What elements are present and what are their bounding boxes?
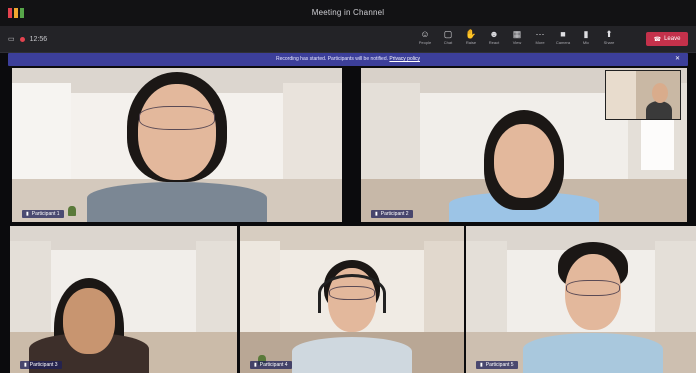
react-label: React	[488, 40, 500, 45]
video-tile-5[interactable]: ▮ Participant 5	[466, 226, 696, 373]
people-button[interactable]: ☺ People	[416, 29, 434, 51]
view-icon: ▦	[512, 29, 522, 39]
participant-face	[494, 124, 554, 198]
share-button[interactable]: ⬆ Share	[600, 29, 618, 51]
participant-name: Participant 2	[380, 211, 409, 217]
meeting-meta: ▭ 12:56	[8, 35, 48, 44]
recording-banner: Recording has started. Participants will…	[8, 53, 688, 66]
view-button[interactable]: ▦ View	[508, 29, 526, 51]
meeting-toolbar: ▭ 12:56 ☺ People ▢ Chat ✋ Raise ☻ React …	[0, 26, 696, 53]
video-tile-2[interactable]: ▮ Participant 2	[361, 68, 687, 222]
more-icon: ⋯	[535, 29, 545, 39]
self-view-body	[646, 101, 672, 119]
mic-icon: ▮	[26, 211, 29, 217]
participant-face	[138, 84, 216, 180]
self-view[interactable]	[605, 70, 681, 120]
phone-icon: ☎	[653, 36, 662, 43]
name-tag: ▮ Participant 2	[371, 210, 413, 218]
more-button[interactable]: ⋯ More	[531, 29, 549, 51]
camera-label: Camera	[555, 40, 571, 45]
participant-name: Participant 1	[31, 211, 60, 217]
hand-icon: ✋	[465, 29, 477, 39]
reactions-icon: ☻	[489, 29, 499, 39]
close-icon[interactable]: ✕	[675, 55, 680, 62]
self-view-face	[652, 83, 668, 103]
video-tile-1[interactable]: ▮ Participant 1	[12, 68, 342, 222]
mic-icon: ▮	[375, 211, 378, 217]
participant-name: Participant 4	[259, 362, 288, 368]
mic-icon: ▮	[24, 362, 27, 368]
camera-icon: ■	[560, 29, 566, 39]
title-bar: Meeting in Channel	[0, 0, 696, 26]
chat-label: Chat	[443, 40, 453, 45]
participant-name: Participant 3	[29, 362, 58, 368]
recording-icon	[19, 36, 25, 42]
name-tag: ▮ Participant 1	[22, 210, 64, 218]
name-tag: ▮ Participant 4	[250, 361, 292, 369]
privacy-link[interactable]: Privacy policy	[389, 56, 420, 62]
mic-icon: ▮	[254, 362, 257, 368]
more-label: More	[535, 40, 545, 45]
mic-icon: ▮	[480, 362, 483, 368]
share-label: Share	[603, 40, 615, 45]
mic-icon: ▮	[583, 29, 589, 39]
participant-body	[522, 333, 663, 373]
raise-hand-button[interactable]: ✋ Raise	[462, 29, 480, 51]
headphones-icon	[318, 274, 386, 313]
camera-button[interactable]: ■ Camera	[554, 29, 572, 51]
share-icon: ⬆	[605, 29, 613, 39]
participant-body	[292, 337, 412, 373]
people-icon: ☺	[420, 29, 430, 39]
mic-label: Mic	[582, 40, 590, 45]
name-tag: ▮ Participant 5	[476, 361, 518, 369]
reactions-button[interactable]: ☻ React	[485, 29, 503, 51]
leave-button[interactable]: ☎ Leave	[646, 32, 688, 46]
participant-body	[87, 182, 267, 222]
participant-face	[63, 288, 116, 354]
banner-text: Recording has started. Participants will…	[276, 56, 389, 62]
video-icon: ▭	[8, 36, 15, 43]
video-tile-3[interactable]: ▮ Participant 3	[10, 226, 237, 373]
leave-label: Leave	[664, 36, 681, 42]
glasses	[139, 106, 215, 130]
glasses	[565, 280, 620, 296]
participant-name: Participant 5	[485, 362, 514, 368]
meeting-timer: 12:56	[29, 35, 48, 43]
raise-label: Raise	[465, 40, 477, 45]
plant	[68, 206, 76, 216]
mic-button[interactable]: ▮ Mic	[577, 29, 595, 51]
name-tag: ▮ Participant 3	[20, 361, 62, 369]
video-tile-4[interactable]: ▮ Participant 4	[240, 226, 464, 373]
chat-icon: ▢	[443, 29, 453, 39]
view-label: View	[512, 40, 522, 45]
window-title: Meeting in Channel	[311, 8, 385, 17]
banner-message: Recording has started. Participants will…	[8, 56, 688, 62]
meeting-controls: ☺ People ▢ Chat ✋ Raise ☻ React ▦ View ⋯…	[416, 29, 618, 51]
people-label: People	[418, 40, 432, 45]
chat-button[interactable]: ▢ Chat	[439, 29, 457, 51]
